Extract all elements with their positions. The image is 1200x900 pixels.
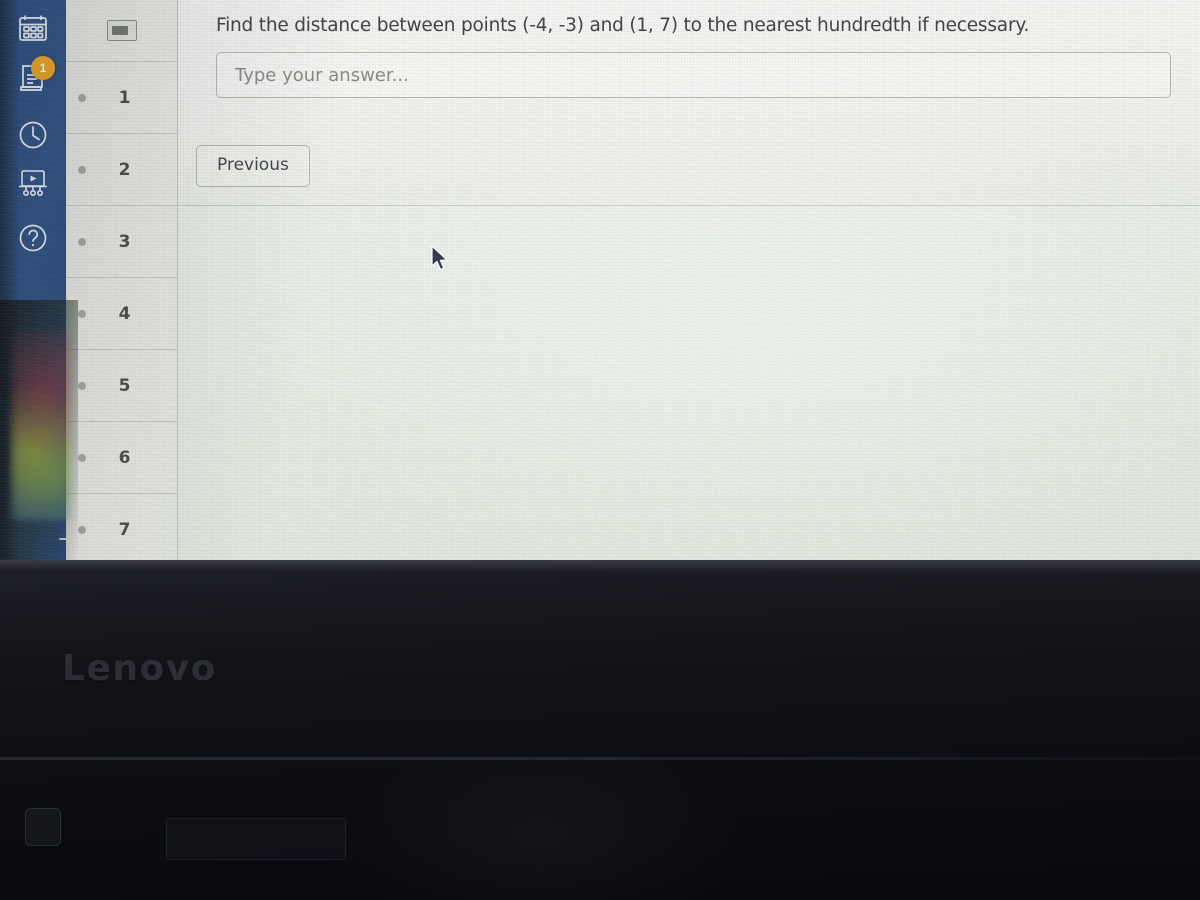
sidebar-item-history[interactable] xyxy=(8,111,58,159)
question-nav-item-2[interactable]: 2 xyxy=(66,134,177,206)
question-nav-item-4[interactable]: 4 xyxy=(66,278,177,350)
question-status-dot xyxy=(78,165,86,174)
bezel-bottom-edge xyxy=(0,560,1200,574)
slide-icon xyxy=(106,20,137,41)
question-nav-item-3[interactable]: 3 xyxy=(66,206,177,278)
question-navigation-rail: 1 2 3 4 5 6 7 xyxy=(66,0,178,566)
hinge-seam xyxy=(0,757,1200,760)
app-sidebar: 1 xyxy=(0,0,84,566)
mouse-pointer-icon xyxy=(430,245,450,278)
presentation-icon xyxy=(16,169,50,199)
question-number: 3 xyxy=(118,231,131,252)
question-number: 4 xyxy=(118,303,131,324)
sidebar-item-help[interactable] xyxy=(8,214,58,262)
keyboard-key-row xyxy=(166,818,346,860)
question-status-dot xyxy=(78,237,86,246)
question-status-dot xyxy=(78,381,86,390)
sidebar-item-calendar[interactable] xyxy=(8,4,58,52)
brand-logo: Lenovo xyxy=(62,648,217,689)
question-card: Find the distance between points (-4, -3… xyxy=(178,0,1200,206)
question-number: 1 xyxy=(118,87,131,108)
question-status-dot xyxy=(78,93,86,102)
assignments-badge: 1 xyxy=(31,56,55,80)
body-light-reflection xyxy=(330,740,750,900)
question-status-dot xyxy=(78,525,86,534)
question-number: 7 xyxy=(118,519,131,540)
question-nav-item-5[interactable]: 5 xyxy=(66,350,177,422)
rail-header[interactable] xyxy=(66,0,177,62)
question-mark-icon xyxy=(17,222,49,254)
question-number: 6 xyxy=(118,447,131,468)
question-status-dot xyxy=(78,309,86,318)
laptop-screen: 1 1 2 3 4 5 6 7 Find the distance betwee… xyxy=(0,0,1200,566)
sidebar-item-presentation[interactable] xyxy=(8,160,58,208)
answer-input[interactable] xyxy=(216,52,1171,98)
question-prompt: Find the distance between points (-4, -3… xyxy=(216,15,1030,36)
question-number: 2 xyxy=(118,159,131,180)
laptop-photo: 1 1 2 3 4 5 6 7 Find the distance betwee… xyxy=(0,0,1200,900)
calendar-icon xyxy=(18,14,48,42)
question-status-dot xyxy=(78,453,86,462)
question-nav-item-6[interactable]: 6 xyxy=(66,422,177,494)
question-number: 5 xyxy=(118,375,131,396)
question-nav-item-7[interactable]: 7 xyxy=(66,494,177,566)
previous-button[interactable]: Previous xyxy=(196,145,310,187)
clock-icon xyxy=(17,119,49,151)
keyboard-key xyxy=(25,808,61,846)
question-nav-item-1[interactable]: 1 xyxy=(66,62,177,134)
